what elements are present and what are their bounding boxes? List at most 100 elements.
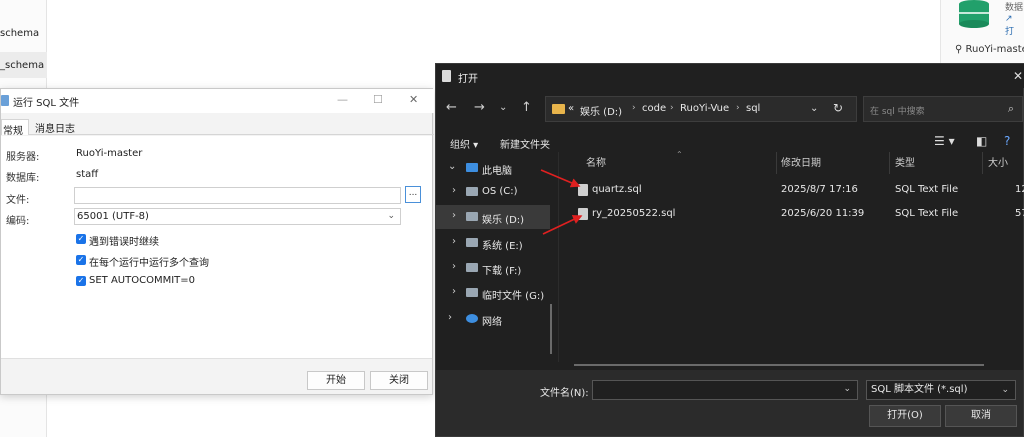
organize-menu[interactable]: 组织 ▾	[450, 136, 478, 151]
tree-scrollbar[interactable]	[550, 304, 552, 354]
close-button[interactable]: 关闭	[370, 371, 428, 390]
connection-label: RuoYi-master	[965, 44, 1024, 55]
database-label: 数据	[1005, 3, 1024, 13]
search-icon: ⌕	[1007, 102, 1014, 115]
encoding-select[interactable]: 65001 (UTF-8) ⌄	[74, 208, 401, 225]
new-folder-button[interactable]: 新建文件夹	[500, 136, 550, 151]
minimize-icon[interactable]: —	[337, 93, 348, 106]
chevron-down-icon: ⌄	[1001, 385, 1009, 395]
file-size: 12	[1015, 184, 1024, 195]
open-button[interactable]: 打开(O)	[869, 405, 941, 427]
back-arrow-icon[interactable]: ←	[446, 100, 457, 115]
tab-general[interactable]: 常规	[1, 119, 29, 137]
continue-on-error-label: 遇到错误时继续	[89, 237, 159, 248]
column-divider[interactable]	[889, 152, 890, 174]
tree-item-label: 此电脑	[482, 166, 512, 177]
annotation-arrows	[540, 169, 583, 235]
run-sql-title: 运行 SQL 文件	[13, 98, 80, 109]
file-row[interactable]: quartz.sql 2025/8/7 17:16 SQL Text File …	[574, 179, 1024, 201]
recent-chevron-icon[interactable]: ⌄	[499, 102, 507, 113]
breadcrumb-separator-icon: ›	[736, 103, 740, 113]
chevron-down-icon[interactable]: ⌄	[843, 384, 851, 394]
chevron-right-icon[interactable]: ›	[452, 261, 456, 272]
tab-message-log[interactable]: 消息日志	[35, 120, 75, 135]
view-list-icon[interactable]: ☰ ▾	[934, 134, 955, 148]
annotation-arrow	[542, 215, 583, 235]
chevron-right-icon[interactable]: ›	[448, 312, 452, 323]
drive-icon	[466, 187, 478, 196]
breadcrumb-overflow[interactable]: «	[568, 103, 574, 114]
database-value: staff	[76, 169, 99, 180]
maximize-icon[interactable]: ☐	[373, 93, 383, 106]
column-divider[interactable]	[982, 152, 983, 174]
breadcrumb-separator-icon: ›	[670, 103, 674, 113]
forward-arrow-icon[interactable]: →	[474, 100, 485, 115]
file-path-input[interactable]	[74, 187, 401, 204]
refresh-icon[interactable]: ↻	[833, 101, 843, 115]
breadcrumb-separator-icon: ›	[632, 103, 636, 113]
breadcrumb-sql[interactable]: sql	[746, 103, 760, 114]
preview-pane-icon[interactable]: ◧	[976, 134, 987, 148]
search-input[interactable]: 在 sql 中搜索 ⌕	[863, 96, 1023, 122]
database-icon	[959, 0, 989, 28]
connection-icon: ⚲	[955, 44, 966, 55]
chevron-down-icon[interactable]: ⌄	[448, 161, 456, 172]
annotation-arrow	[540, 169, 581, 188]
chevron-down-icon: ⌄	[387, 211, 395, 221]
chevron-down-icon[interactable]: ⌄	[810, 103, 818, 114]
run-sql-titlebar[interactable]: 运行 SQL 文件 — ☐ ✕	[1, 89, 434, 113]
filename-input[interactable]: ⌄	[592, 380, 858, 400]
file-row[interactable]: ry_20250522.sql 2025/6/20 11:39 SQL Text…	[574, 203, 1024, 225]
column-header-size[interactable]: 大小	[988, 154, 1008, 169]
open-link[interactable]: ↗ 打	[1005, 14, 1024, 37]
continue-on-error-checkbox[interactable]: ✓	[76, 234, 86, 244]
multiple-queries-checkbox[interactable]: ✓	[76, 255, 86, 265]
start-button[interactable]: 开始	[307, 371, 365, 390]
tree-item-drive-e[interactable]: › 系统 (E:)	[436, 231, 550, 255]
address-bar[interactable]: « 娱乐 (D:) › code › RuoYi-Vue › sql ⌄	[545, 96, 857, 122]
sidebar-item[interactable]: schema	[0, 28, 39, 39]
file-size: 57	[1015, 208, 1024, 219]
column-header-date[interactable]: 修改日期	[781, 154, 821, 169]
tree-item-label: 系统 (E:)	[482, 241, 523, 252]
chevron-right-icon[interactable]: ›	[452, 286, 456, 297]
tree-item-label: 娱乐 (D:)	[482, 215, 525, 226]
tree-item-drive-c[interactable]: › OS (C:)	[436, 180, 550, 204]
column-header-type[interactable]: 类型	[895, 154, 915, 169]
tree-item-label: 临时文件 (G:)	[482, 291, 545, 302]
close-icon[interactable]: ✕	[409, 93, 418, 106]
column-divider[interactable]	[776, 152, 777, 174]
tree-item-drive-d[interactable]: › 娱乐 (D:)	[436, 205, 550, 229]
breadcrumb-code[interactable]: code	[642, 103, 666, 114]
chevron-right-icon[interactable]: ›	[452, 236, 456, 247]
file-label: 文件:	[6, 195, 30, 206]
encoding-label: 编码:	[6, 216, 30, 227]
network-icon	[466, 314, 478, 323]
tree-item-drive-g[interactable]: › 临时文件 (G:)	[436, 281, 550, 305]
open-dialog-titlebar[interactable]: 打开 ✕	[436, 64, 1024, 88]
breadcrumb-drive[interactable]: 娱乐 (D:)	[580, 103, 622, 118]
file-name: ry_20250522.sql	[592, 208, 676, 219]
close-icon[interactable]: ✕	[1013, 69, 1023, 83]
run-sql-dialog: 运行 SQL 文件 — ☐ ✕ 常规 消息日志 服务器: RuoYi-maste…	[0, 88, 434, 395]
search-placeholder: 在 sql 中搜索	[870, 107, 925, 117]
tree-item-network[interactable]: › 网络	[436, 307, 550, 331]
file-type: SQL Text File	[895, 184, 959, 195]
connection-item[interactable]: ⚲ RuoYi-master	[955, 44, 1024, 55]
file-list-scrollbar[interactable]	[574, 364, 984, 366]
browse-button[interactable]: ...	[405, 186, 421, 203]
breadcrumb-ruoyi-vue[interactable]: RuoYi-Vue	[680, 103, 729, 114]
help-icon[interactable]: ?	[1004, 134, 1010, 148]
file-icon	[442, 70, 451, 82]
chevron-right-icon[interactable]: ›	[452, 210, 456, 221]
encoding-value: 65001 (UTF-8)	[77, 211, 149, 222]
chevron-right-icon[interactable]: ›	[452, 185, 456, 196]
filename-label: 文件名(N):	[540, 388, 589, 399]
sidebar-item-selected[interactable]: _schema	[0, 52, 47, 78]
cancel-button[interactable]: 取消	[945, 405, 1017, 427]
autocommit-checkbox[interactable]: ✓	[76, 276, 86, 286]
up-arrow-icon[interactable]: ↑	[521, 100, 532, 115]
tree-item-drive-f[interactable]: › 下载 (F:)	[436, 256, 550, 280]
filetype-select[interactable]: SQL 脚本文件 (*.sql) ⌄	[866, 380, 1016, 400]
tree-item-this-pc[interactable]: ⌄ 此电脑	[436, 156, 550, 180]
